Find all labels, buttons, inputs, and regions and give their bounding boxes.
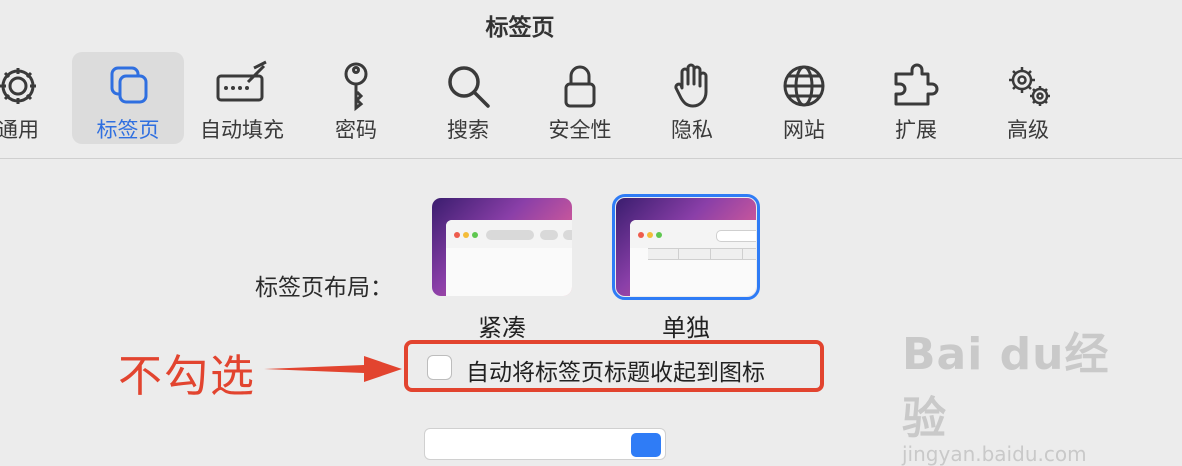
watermark-brand: Bai du经验 (902, 329, 1110, 444)
gear-icon (0, 58, 46, 114)
tab-privacy-label: 隐私 (671, 118, 713, 142)
separate-preview-bar (630, 220, 756, 248)
key-icon (328, 58, 384, 114)
globe-icon (776, 58, 832, 114)
zoom-dot-icon (472, 232, 478, 238)
layout-separate-thumbnail[interactable] (612, 194, 760, 300)
puzzle-icon (888, 58, 944, 114)
layout-compact-thumbnail[interactable] (432, 198, 572, 296)
minimize-dot-icon (647, 232, 653, 238)
zoom-dot-icon (656, 232, 662, 238)
tab-extensions[interactable]: 扩展 (860, 52, 972, 144)
close-dot-icon (454, 232, 460, 238)
tab-advanced[interactable]: 高级 (972, 52, 1084, 144)
watermark: Bai du经验 jingyan.baidu.com (902, 318, 1122, 466)
lock-icon (552, 58, 608, 114)
tab-advanced-label: 高级 (1007, 118, 1049, 142)
popup-chevron-icon (631, 433, 661, 457)
search-icon (440, 58, 496, 114)
compact-tab-pill (563, 230, 572, 240)
tab-passwords[interactable]: 密码 (300, 52, 412, 144)
address-bar (716, 230, 756, 242)
tab-search-label: 搜索 (447, 118, 489, 142)
compact-tab-pill (486, 230, 534, 240)
tab-separator (710, 249, 711, 259)
tab-general[interactable]: 通用 (0, 52, 74, 144)
collapse-tab-titles-label[interactable]: 自动将标签页标题收起到图标 (466, 353, 765, 387)
layout-compact-label: 紧凑 (478, 314, 526, 342)
tab-search[interactable]: 搜索 (412, 52, 524, 144)
tab-websites[interactable]: 网站 (748, 52, 860, 144)
toolbar-divider (0, 158, 1182, 159)
watermark-url: jingyan.baidu.com (902, 442, 1087, 466)
tab-security[interactable]: 安全性 (524, 52, 636, 144)
compact-preview-window (446, 220, 572, 296)
tab-separator (742, 249, 743, 259)
autofill-icon (214, 58, 270, 114)
collapse-tab-titles-checkbox[interactable] (427, 355, 452, 380)
annotation-text: 不勾选 (118, 351, 256, 402)
tab-tabs-label: 标签页 (96, 118, 160, 142)
separate-tab-row (648, 248, 756, 260)
tab-separator (678, 249, 679, 259)
tabs-icon (100, 58, 156, 114)
tab-extensions-label: 扩展 (895, 118, 937, 142)
window-title: 标签页 (485, 15, 555, 41)
tab-websites-label: 网站 (783, 118, 825, 142)
minimize-dot-icon (463, 232, 469, 238)
tab-privacy[interactable]: 隐私 (636, 52, 748, 144)
hand-icon (664, 58, 720, 114)
compact-tab-pill (540, 230, 558, 240)
partial-popup-control[interactable] (424, 428, 666, 460)
tab-passwords-label: 密码 (335, 118, 377, 142)
tab-security-label: 安全性 (548, 118, 612, 142)
tab-layout-label: 标签页布局： (255, 275, 393, 301)
gears-icon (1000, 58, 1056, 114)
separate-preview-window (630, 220, 756, 296)
layout-separate-label: 单独 (662, 314, 710, 342)
tab-tabs[interactable]: 标签页 (72, 52, 184, 144)
compact-preview-bar (446, 220, 572, 248)
preferences-toolbar: 通用 标签页 自动填充 密码 搜索 安全性 隐私 网站 扩展 高级 (0, 52, 1182, 156)
tab-autofill[interactable]: 自动填充 (186, 52, 298, 144)
tab-general-label: 通用 (0, 118, 39, 142)
annotation-arrow-icon (264, 356, 402, 382)
close-dot-icon (638, 232, 644, 238)
tab-autofill-label: 自动填充 (200, 118, 284, 142)
